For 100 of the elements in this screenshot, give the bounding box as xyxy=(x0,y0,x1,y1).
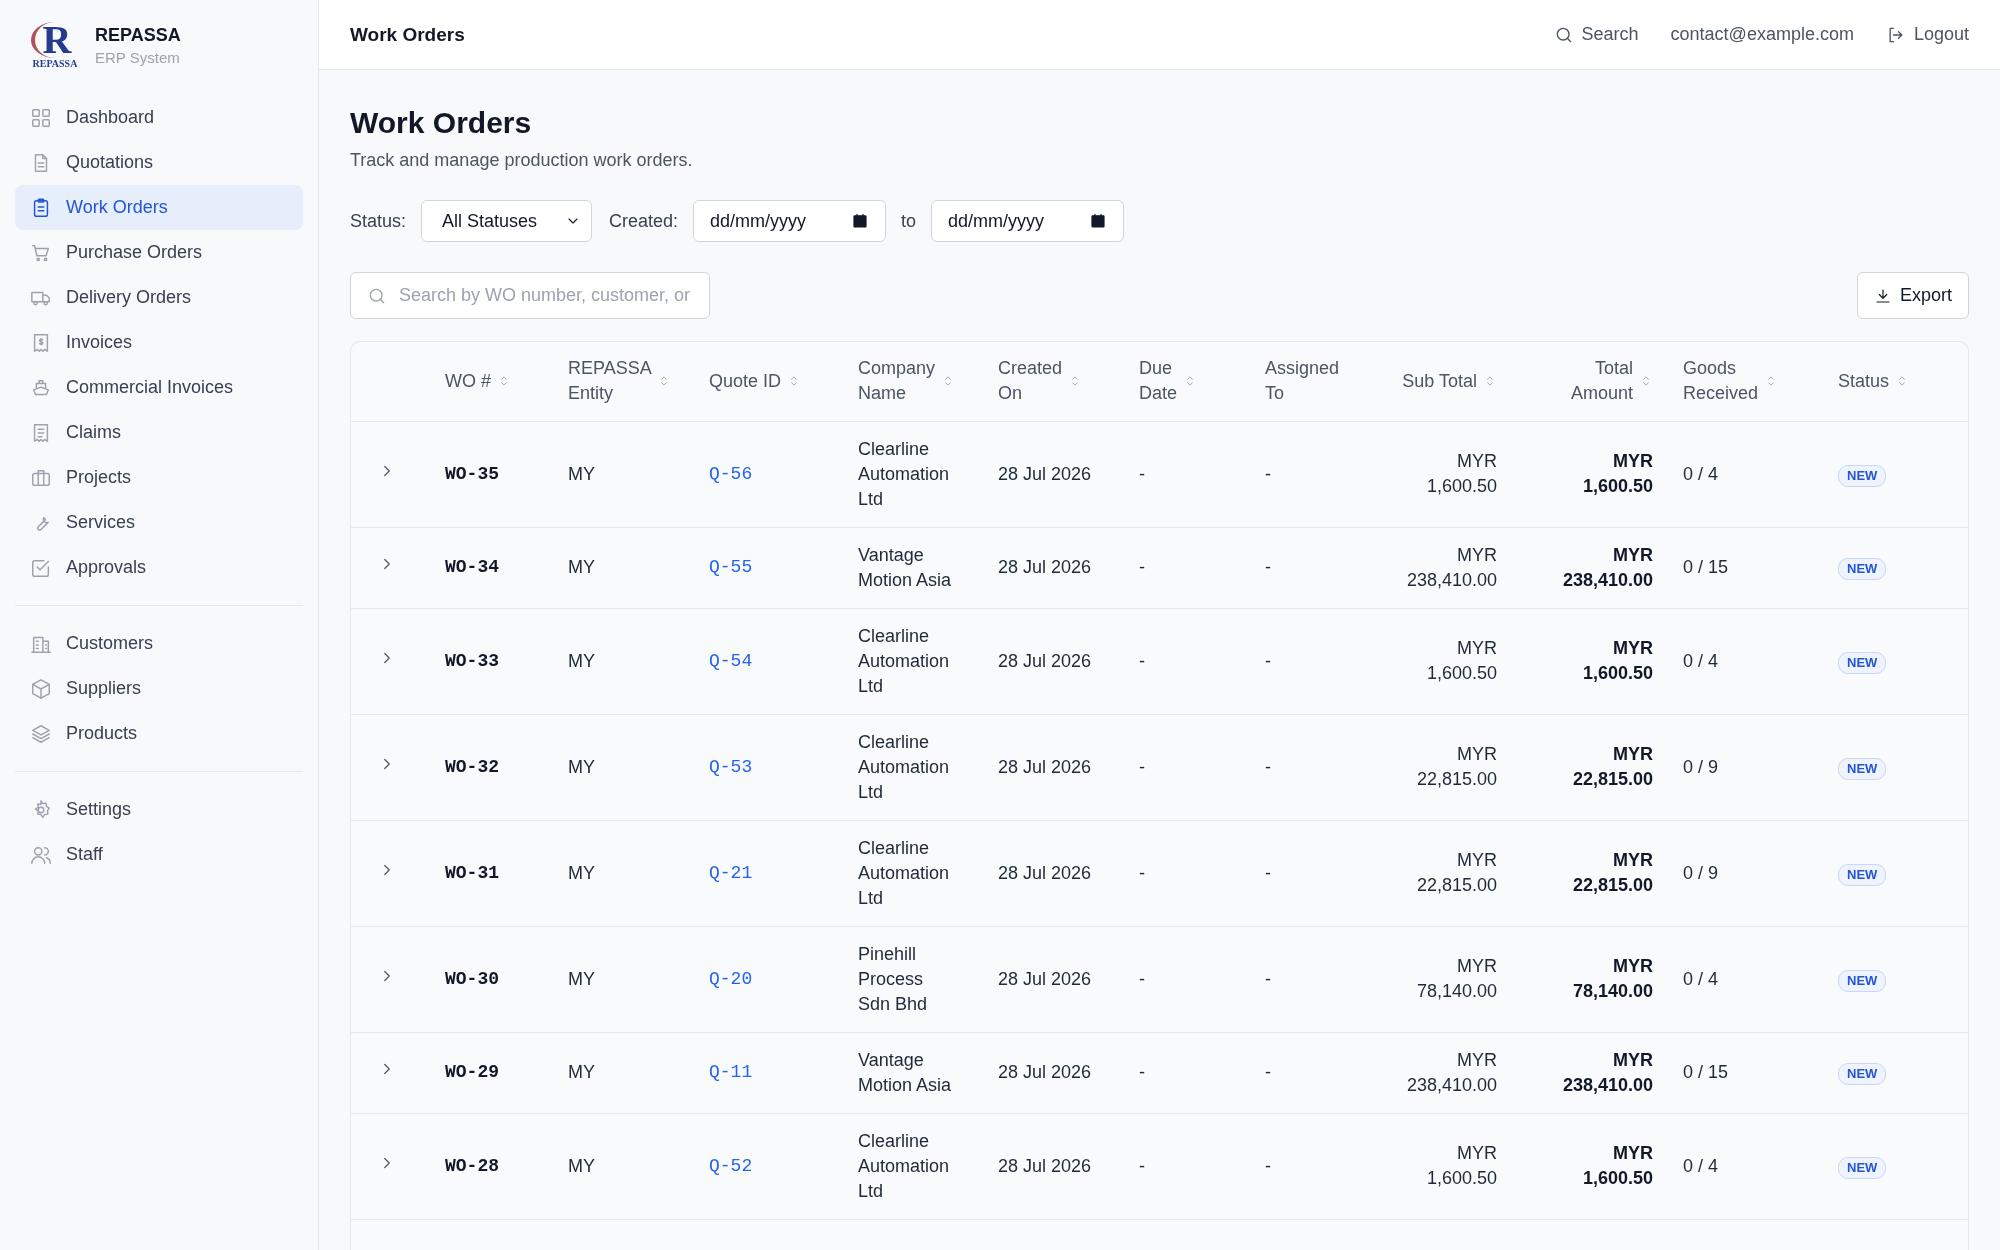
wo-number: WO-34 xyxy=(445,557,499,577)
sub-total: MYR 1,600.50 xyxy=(1426,450,1497,498)
brand-subtitle: ERP System xyxy=(95,49,181,66)
column-header[interactable]: Created On xyxy=(998,356,1063,407)
table-cell: MY xyxy=(568,463,595,484)
filter-label: to xyxy=(901,210,917,232)
export-button[interactable]: Export xyxy=(1856,272,1969,319)
table-cell: MY xyxy=(568,968,595,989)
company-name: Clearline Automation Ltd xyxy=(858,437,951,511)
sidebar-item[interactable]: Products xyxy=(15,711,303,756)
quote-link[interactable]: Q-21 xyxy=(709,862,753,883)
sub-total: MYR 78,140.00 xyxy=(1416,955,1497,1003)
sidebar-item[interactable]: Claims xyxy=(15,410,303,455)
box-icon xyxy=(30,677,52,700)
sidebar-item[interactable]: Purchase Orders xyxy=(15,230,303,275)
logout-link[interactable]: Logout xyxy=(1885,24,1969,45)
column-header[interactable]: REPASSA Entity xyxy=(568,356,651,407)
company-name: Pinehill Process Sdn Bhd xyxy=(858,942,929,1016)
sidebar-item[interactable]: Staff xyxy=(15,832,303,877)
company-name: Vantage Motion Asia xyxy=(858,543,953,592)
total-amount: MYR 238,410.00 xyxy=(1562,543,1653,592)
status-badge: NEW xyxy=(1838,1156,1887,1179)
total-amount: MYR 22,815.00 xyxy=(1572,743,1653,791)
wo-number: WO-31 xyxy=(445,862,499,883)
table-cell: - xyxy=(1139,1155,1145,1176)
wo-number: WO-32 xyxy=(445,756,499,777)
wo-number: WO-28 xyxy=(445,1155,499,1176)
wo-number: WO-29 xyxy=(445,1062,499,1082)
table-cell: 28 Jul 2026 xyxy=(998,1062,1092,1082)
column-header[interactable]: Due Date xyxy=(1139,356,1177,407)
sidebar-item[interactable]: Settings xyxy=(15,787,303,832)
column-header[interactable]: Status xyxy=(1838,368,1890,394)
column-header[interactable]: Sub Total xyxy=(1402,368,1477,394)
total-amount: MYR 238,410.00 xyxy=(1562,1048,1653,1097)
date-field[interactable]: dd/mm/yyyy xyxy=(693,200,887,242)
status-badge: NEW xyxy=(1838,558,1887,580)
sub-total: MYR 1,600.50 xyxy=(1426,637,1497,685)
sidebar-item[interactable]: Quotations xyxy=(15,140,303,185)
wo-number: WO-33 xyxy=(445,650,499,671)
table-cell: - xyxy=(1265,1062,1271,1082)
table-cell: - xyxy=(1265,557,1271,577)
filter-label: Status: xyxy=(350,210,407,232)
date-field[interactable]: dd/mm/yyyy xyxy=(931,200,1125,242)
table-cell: MY xyxy=(568,1155,595,1176)
column-header[interactable]: Goods Received xyxy=(1683,356,1759,407)
table-cell: 0 / 4 xyxy=(1683,1155,1719,1176)
table-cell: 0 / 4 xyxy=(1683,650,1719,671)
layers-icon xyxy=(30,722,52,745)
table-cell: 0 / 4 xyxy=(1683,463,1719,484)
status-badge: NEW xyxy=(1838,863,1887,886)
table-cell: - xyxy=(1265,862,1271,883)
company-name: Clearline Automation Ltd xyxy=(858,730,951,804)
sidebar-item[interactable]: Work Orders xyxy=(15,185,303,230)
quote-link[interactable]: Q-20 xyxy=(709,968,753,989)
wo-number: WO-35 xyxy=(445,463,499,484)
status-badge: NEW xyxy=(1838,1063,1887,1085)
status-badge: NEW xyxy=(1838,757,1887,780)
status-dropdown[interactable]: All Statuses xyxy=(421,200,593,242)
table-cell: - xyxy=(1265,756,1271,777)
table-cell: 0 / 9 xyxy=(1683,756,1719,777)
sidebar-item[interactable]: Approvals xyxy=(15,545,303,590)
sidebar-item[interactable]: Invoices xyxy=(15,320,303,365)
quote-link[interactable]: Q-54 xyxy=(709,650,753,671)
sidebar-item[interactable]: Dashboard xyxy=(15,95,303,140)
table-cell: 28 Jul 2026 xyxy=(998,756,1092,777)
table-cell: MY xyxy=(568,1062,595,1082)
sub-total: MYR 1,600.50 xyxy=(1426,1142,1497,1190)
user-email[interactable]: contact@example.com xyxy=(1670,24,1854,45)
table-cell: - xyxy=(1139,756,1145,777)
sidebar-item[interactable]: Suppliers xyxy=(15,666,303,711)
sidebar-item[interactable]: Commercial Invoices xyxy=(15,365,303,410)
status-badge: NEW xyxy=(1838,969,1887,992)
column-header[interactable]: Company Name xyxy=(858,356,936,407)
quote-link[interactable]: Q-55 xyxy=(709,557,753,577)
column-header[interactable]: WO # xyxy=(445,368,491,394)
column-header[interactable]: Quote ID xyxy=(709,368,782,394)
sidebar-item[interactable]: Delivery Orders xyxy=(15,275,303,320)
table-cell: 28 Jul 2026 xyxy=(998,650,1092,671)
table-cell: 0 / 15 xyxy=(1683,1062,1729,1082)
table-cell: 28 Jul 2026 xyxy=(998,557,1092,577)
quote-link[interactable]: Q-53 xyxy=(709,756,753,777)
page-title: Work Orders xyxy=(350,106,533,140)
quote-link[interactable]: Q-56 xyxy=(709,463,753,484)
table-cell: MY xyxy=(568,557,595,577)
table-cell: - xyxy=(1265,463,1271,484)
table-cell: - xyxy=(1139,968,1145,989)
column-header[interactable]: Total Amount xyxy=(1570,356,1633,407)
table-cell: MY xyxy=(568,756,595,777)
sidebar-item[interactable]: Services xyxy=(15,500,303,545)
total-amount: MYR 1,600.50 xyxy=(1582,450,1653,498)
sidebar-item[interactable]: Customers xyxy=(15,621,303,666)
sub-total: MYR 238,410.00 xyxy=(1406,543,1497,592)
quote-link[interactable]: Q-11 xyxy=(709,1062,753,1082)
sidebar-item[interactable]: Projects xyxy=(15,455,303,500)
search-link[interactable]: Search xyxy=(1553,24,1639,45)
company-name: Vantage Motion Asia xyxy=(858,1048,953,1097)
page-subtitle: Track and manage production work orders. xyxy=(350,150,694,171)
table-cell: 28 Jul 2026 xyxy=(998,1155,1092,1176)
quote-link[interactable]: Q-52 xyxy=(709,1155,753,1176)
logo: R REPASSA xyxy=(29,22,81,69)
